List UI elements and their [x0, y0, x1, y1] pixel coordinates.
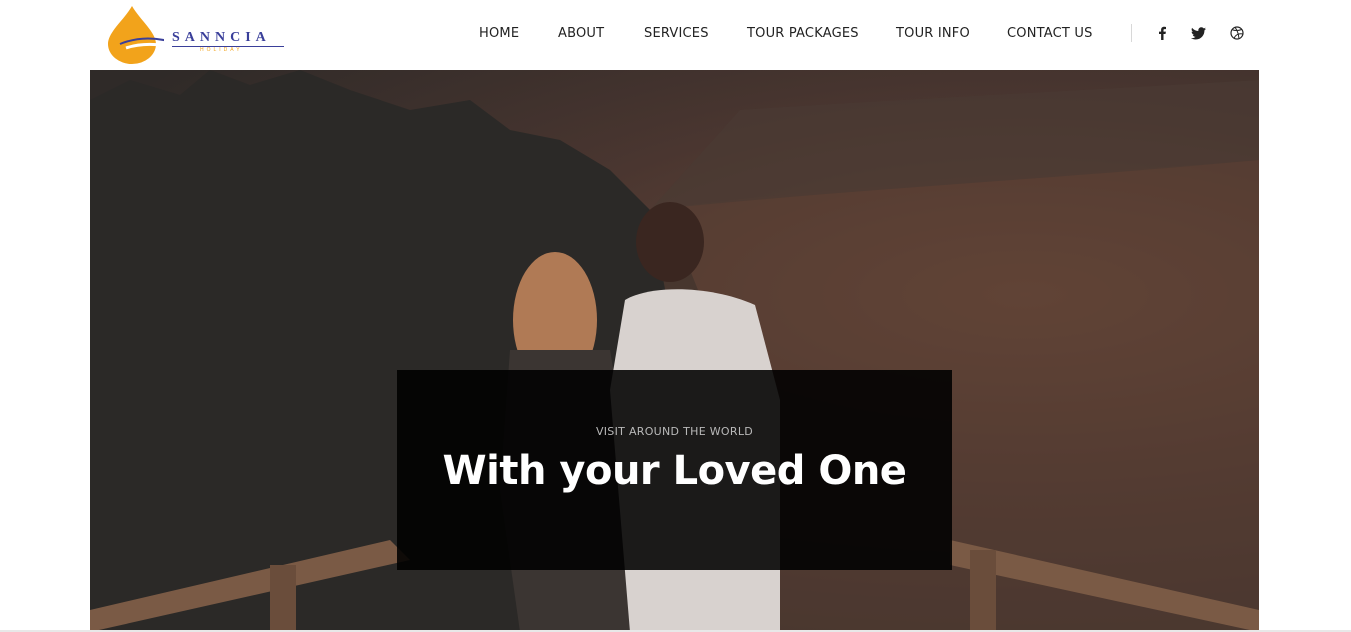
- hero-title: With your Loved One: [442, 448, 907, 494]
- hero-banner: VISIT AROUND THE WORLD With your Loved O…: [90, 70, 1259, 632]
- nav-services[interactable]: SERVICES: [644, 26, 709, 41]
- twitter-icon[interactable]: [1190, 25, 1206, 41]
- site-header: SANNCIA HOLIDAY HOME ABOUT SERVICES TOUR…: [0, 0, 1351, 70]
- hero-subtitle: VISIT AROUND THE WORLD: [595, 425, 754, 438]
- nav-tour-info[interactable]: TOUR INFO: [896, 26, 970, 41]
- brand-tagline: HOLIDAY: [200, 47, 243, 53]
- nav-tour-packages[interactable]: TOUR PACKAGES: [747, 26, 859, 41]
- hero-caption: VISIT AROUND THE WORLD With your Loved O…: [397, 370, 952, 570]
- nav-about[interactable]: ABOUT: [558, 26, 604, 41]
- facebook-icon[interactable]: [1154, 25, 1170, 41]
- nav-contact-us[interactable]: CONTACT US: [1007, 26, 1093, 41]
- nav-divider: [1131, 24, 1132, 42]
- main-nav: HOME ABOUT SERVICES TOUR PACKAGES TOUR I…: [0, 26, 1351, 42]
- nav-home[interactable]: HOME: [479, 26, 519, 41]
- dribbble-icon[interactable]: [1229, 25, 1245, 41]
